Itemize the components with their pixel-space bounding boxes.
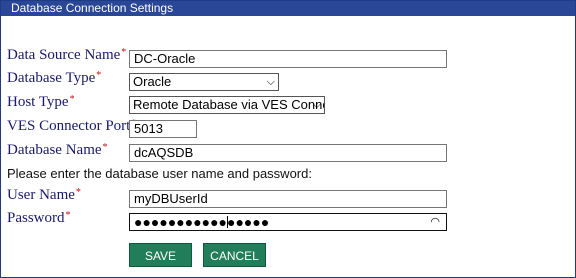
panel-title: Database Connection Settings (1, 1, 575, 16)
chevron-down-icon: ⌵ (312, 99, 321, 111)
host-type-select[interactable]: Remote Database via VES Connector⌵ (129, 96, 325, 114)
user-name-label: User Name* (7, 187, 81, 203)
required-marker: * (69, 94, 75, 105)
ves-connector-port-input[interactable]: 5013 (129, 120, 197, 138)
required-marker: * (75, 187, 81, 198)
database-connection-panel: Database Connection Settings Data Source… (0, 0, 576, 278)
password-mask: ●●●●●●●●●●●●●●●● (134, 214, 270, 230)
database-type-label: Database Type* (7, 70, 102, 86)
database-name-label: Database Name* (7, 142, 108, 158)
save-button[interactable]: SAVE (129, 243, 192, 267)
required-marker: * (96, 70, 102, 81)
password-label: Password* (7, 210, 71, 226)
ves-connector-port-label: VES Connector Port* (7, 118, 136, 135)
database-type-select[interactable]: Oracle ⌵ (129, 73, 279, 91)
text-caret (227, 216, 228, 228)
data-source-name-input[interactable]: DC-Oracle (129, 50, 447, 68)
chevron-down-icon: ⌵ (266, 76, 275, 88)
required-marker: * (65, 210, 71, 221)
data-source-name-label: Data Source Name* (7, 47, 127, 63)
host-type-label: Host Type* (7, 94, 75, 110)
database-name-input[interactable]: dcAQSDB (129, 144, 447, 162)
credentials-instruction: Please enter the database user name and … (7, 166, 312, 181)
eye-icon[interactable]: ◠ (430, 215, 440, 228)
required-marker: * (121, 47, 127, 58)
cancel-button[interactable]: CANCEL (203, 243, 266, 267)
required-marker: * (102, 142, 108, 153)
password-input[interactable]: ●●●●●●●●●●●●●●●● ◠ (129, 213, 447, 231)
user-name-input[interactable]: myDBUserId (129, 190, 447, 208)
